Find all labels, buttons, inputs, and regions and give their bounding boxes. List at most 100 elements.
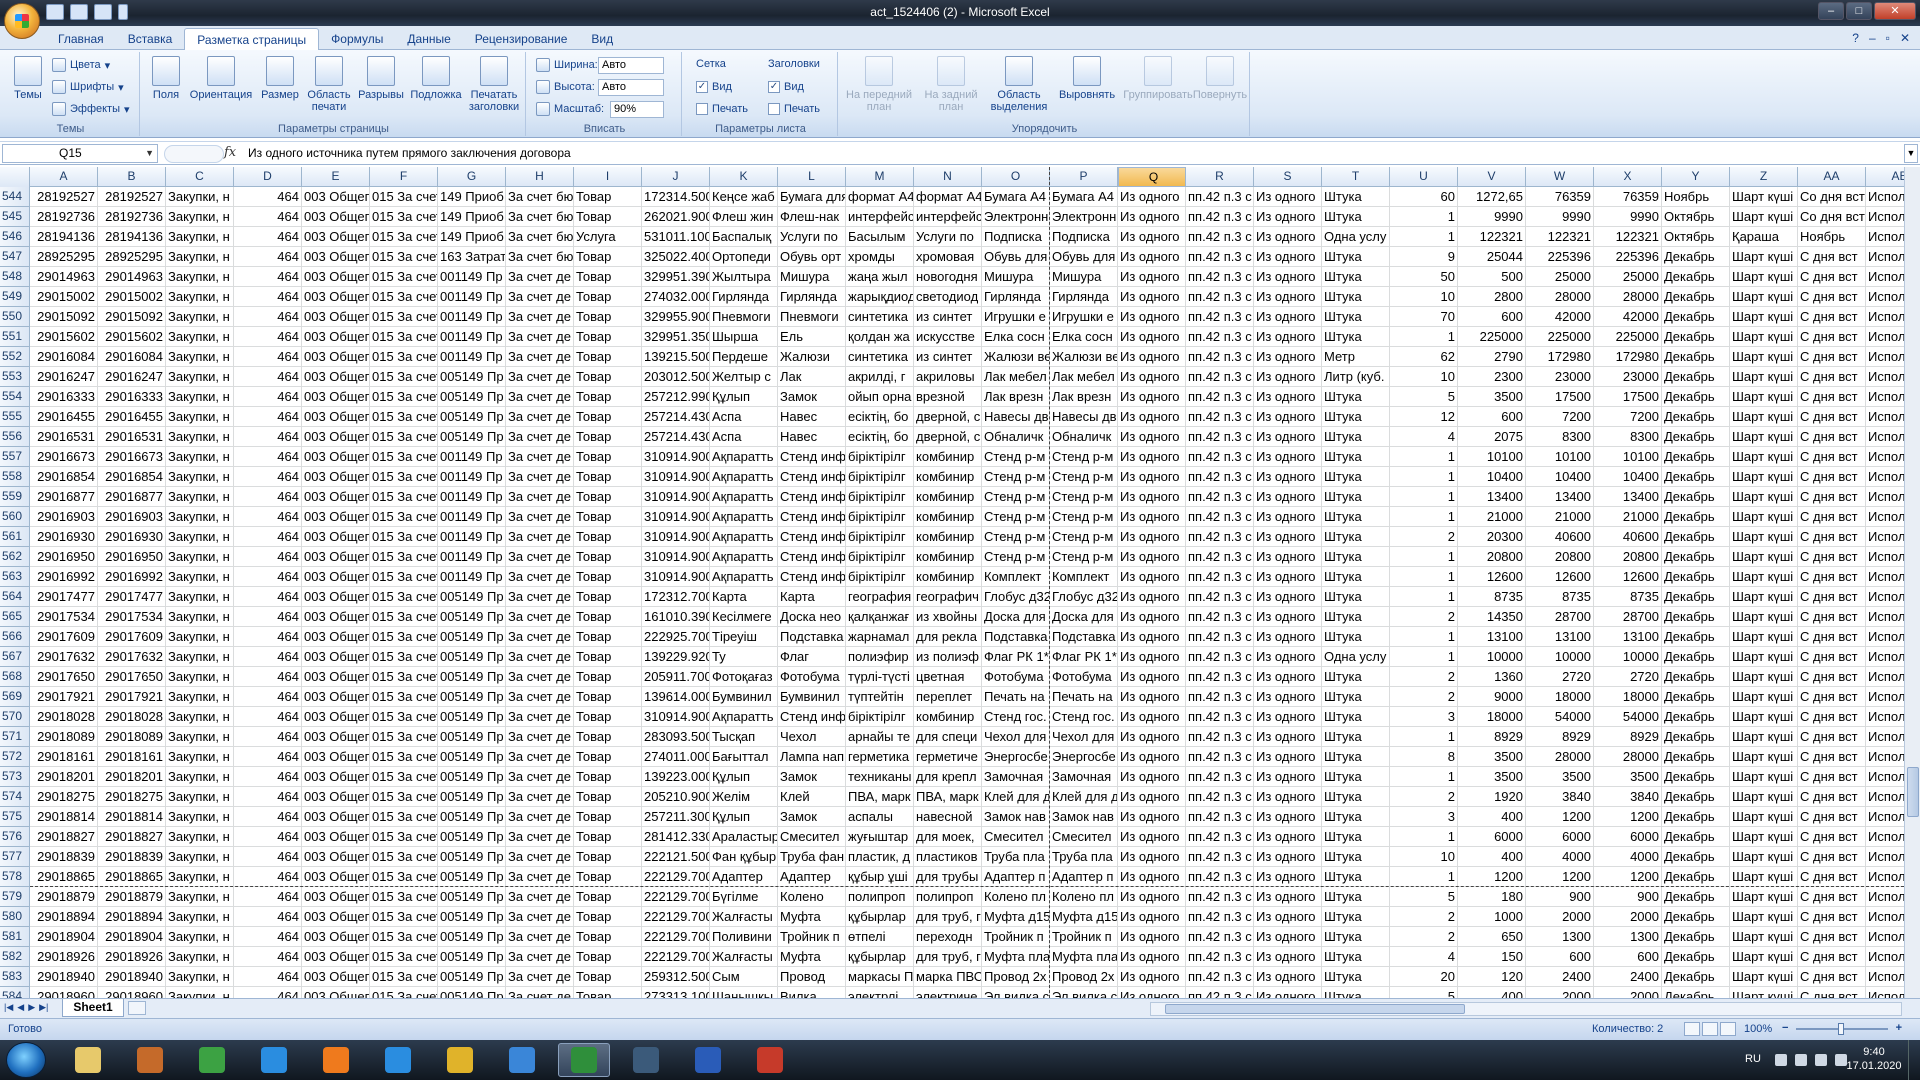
cell-n[interactable]: из хвойны [914, 607, 982, 627]
cell-j[interactable]: 257212.990 [642, 387, 710, 407]
cell-b[interactable]: 29016455 [98, 407, 166, 427]
cell-f[interactable]: 015 За счет [370, 547, 438, 567]
cell-l[interactable]: Услуги по [778, 227, 846, 247]
cell-u[interactable]: 8 [1390, 747, 1458, 767]
cell-z[interactable]: Шарт күші [1730, 867, 1798, 887]
cell-u[interactable]: 3 [1390, 807, 1458, 827]
cell-r[interactable]: пп.42 п.3 с [1186, 927, 1254, 947]
cell-w[interactable]: 122321 [1526, 227, 1594, 247]
cell-c[interactable]: Закупки, н [166, 327, 234, 347]
cell-d[interactable]: 464 [234, 947, 302, 967]
cell-j[interactable]: 310914.900 [642, 447, 710, 467]
cell-aa[interactable]: С дня вст [1798, 367, 1866, 387]
cell-o[interactable]: Чехол для [982, 727, 1050, 747]
cell-z[interactable]: Шарт күші [1730, 587, 1798, 607]
cell-o[interactable]: Гирлянда [982, 287, 1050, 307]
cell-i[interactable]: Товар [574, 247, 642, 267]
cell-v[interactable]: 1360 [1458, 667, 1526, 687]
cell-v[interactable]: 2300 [1458, 367, 1526, 387]
cell-m[interactable]: қалқанжағ [846, 607, 914, 627]
cell-e[interactable]: 003 Общег [302, 687, 370, 707]
cell-r[interactable]: пп.42 п.3 с [1186, 307, 1254, 327]
cell-v[interactable]: 9990 [1458, 207, 1526, 227]
cell-w[interactable]: 1200 [1526, 807, 1594, 827]
cell-r[interactable]: пп.42 п.3 с [1186, 287, 1254, 307]
cell-aa[interactable]: С дня вст [1798, 287, 1866, 307]
cell-o[interactable]: Стенд р-м [982, 547, 1050, 567]
cell-k[interactable]: Тіреуіш [710, 627, 778, 647]
office-button[interactable] [4, 3, 40, 39]
cell-e[interactable]: 003 Общег [302, 927, 370, 947]
cell-a[interactable]: 29018089 [30, 727, 98, 747]
cell-v[interactable]: 1272,65 [1458, 187, 1526, 207]
cell-o[interactable]: Стенд р-м [982, 527, 1050, 547]
cell-x[interactable]: 10100 [1594, 447, 1662, 467]
zoom-out-icon[interactable]: − [1782, 1022, 1788, 1034]
cell-m[interactable]: біріктірілг [846, 447, 914, 467]
cell-t[interactable]: Штука [1322, 607, 1390, 627]
cell-t[interactable]: Штука [1322, 387, 1390, 407]
cell-a[interactable]: 28925295 [30, 247, 98, 267]
column-header-s[interactable]: S [1254, 167, 1322, 187]
print-titles-button[interactable]: Печатать заголовки [464, 56, 524, 113]
cell-k[interactable]: Жалғасты [710, 907, 778, 927]
row-header[interactable]: 572 [0, 747, 30, 767]
cell-z[interactable]: Шарт күші [1730, 667, 1798, 687]
cell-n[interactable]: географич [914, 587, 982, 607]
cell-aa[interactable]: С дня вст [1798, 267, 1866, 287]
cell-x[interactable]: 172980 [1594, 347, 1662, 367]
cell-k[interactable]: Пневмоги [710, 307, 778, 327]
cell-a[interactable]: 28192527 [30, 187, 98, 207]
cell-z[interactable]: Шарт күші [1730, 707, 1798, 727]
cell-v[interactable]: 3500 [1458, 747, 1526, 767]
cell-o[interactable]: Обувь для [982, 247, 1050, 267]
cell-m[interactable]: хромды [846, 247, 914, 267]
cell-i[interactable]: Товар [574, 407, 642, 427]
cell-g[interactable]: 149 Приоб [438, 207, 506, 227]
cell-u[interactable]: 3 [1390, 707, 1458, 727]
cell-e[interactable]: 003 Общег [302, 727, 370, 747]
cell-k[interactable]: Ту [710, 647, 778, 667]
cell-i[interactable]: Товар [574, 767, 642, 787]
cell-q[interactable]: Из одного [1118, 367, 1186, 387]
cell-u[interactable]: 1 [1390, 867, 1458, 887]
cell-t[interactable]: Штука [1322, 327, 1390, 347]
column-header-v[interactable]: V [1458, 167, 1526, 187]
row-header[interactable]: 573 [0, 767, 30, 787]
cell-k[interactable]: Желім [710, 787, 778, 807]
cell-s[interactable]: Из одного [1254, 627, 1322, 647]
cell-q[interactable]: Из одного [1118, 267, 1186, 287]
close-button[interactable]: ✕ [1874, 2, 1916, 20]
cell-z[interactable]: Шарт күші [1730, 547, 1798, 567]
cell-e[interactable]: 003 Общег [302, 247, 370, 267]
cell-y[interactable]: Декабрь [1662, 907, 1730, 927]
cell-a[interactable]: 29016673 [30, 447, 98, 467]
cell-l[interactable]: Навес [778, 407, 846, 427]
cell-h[interactable]: За счет де [506, 947, 574, 967]
cell-n[interactable]: светодиод [914, 287, 982, 307]
cell-e[interactable]: 003 Общег [302, 747, 370, 767]
cell-s[interactable]: Из одного [1254, 867, 1322, 887]
cell-h[interactable]: За счет де [506, 707, 574, 727]
cell-g[interactable]: 005149 Пр [438, 767, 506, 787]
cell-v[interactable]: 400 [1458, 987, 1526, 998]
cell-s[interactable]: Из одного [1254, 767, 1322, 787]
cell-x[interactable]: 12600 [1594, 567, 1662, 587]
cell-ab[interactable]: Исполнен [1866, 487, 1904, 507]
cell-o[interactable]: Обналичк [982, 427, 1050, 447]
cell-l[interactable]: Бумвинил [778, 687, 846, 707]
cell-w[interactable]: 225396 [1526, 247, 1594, 267]
cell-j[interactable]: 205210.900 [642, 787, 710, 807]
cell-k[interactable]: Бүгілме [710, 887, 778, 907]
minimize-button[interactable]: – [1818, 2, 1844, 20]
cell-b[interactable]: 29016903 [98, 507, 166, 527]
cell-w[interactable]: 4000 [1526, 847, 1594, 867]
cell-j[interactable]: 222129.700 [642, 867, 710, 887]
cell-u[interactable]: 1 [1390, 727, 1458, 747]
cell-n[interactable]: для крепл [914, 767, 982, 787]
cell-m[interactable]: жарнамал [846, 627, 914, 647]
cell-c[interactable]: Закупки, н [166, 707, 234, 727]
cell-z[interactable]: Шарт күші [1730, 187, 1798, 207]
cell-u[interactable]: 1 [1390, 467, 1458, 487]
cell-aa[interactable]: С дня вст [1798, 387, 1866, 407]
